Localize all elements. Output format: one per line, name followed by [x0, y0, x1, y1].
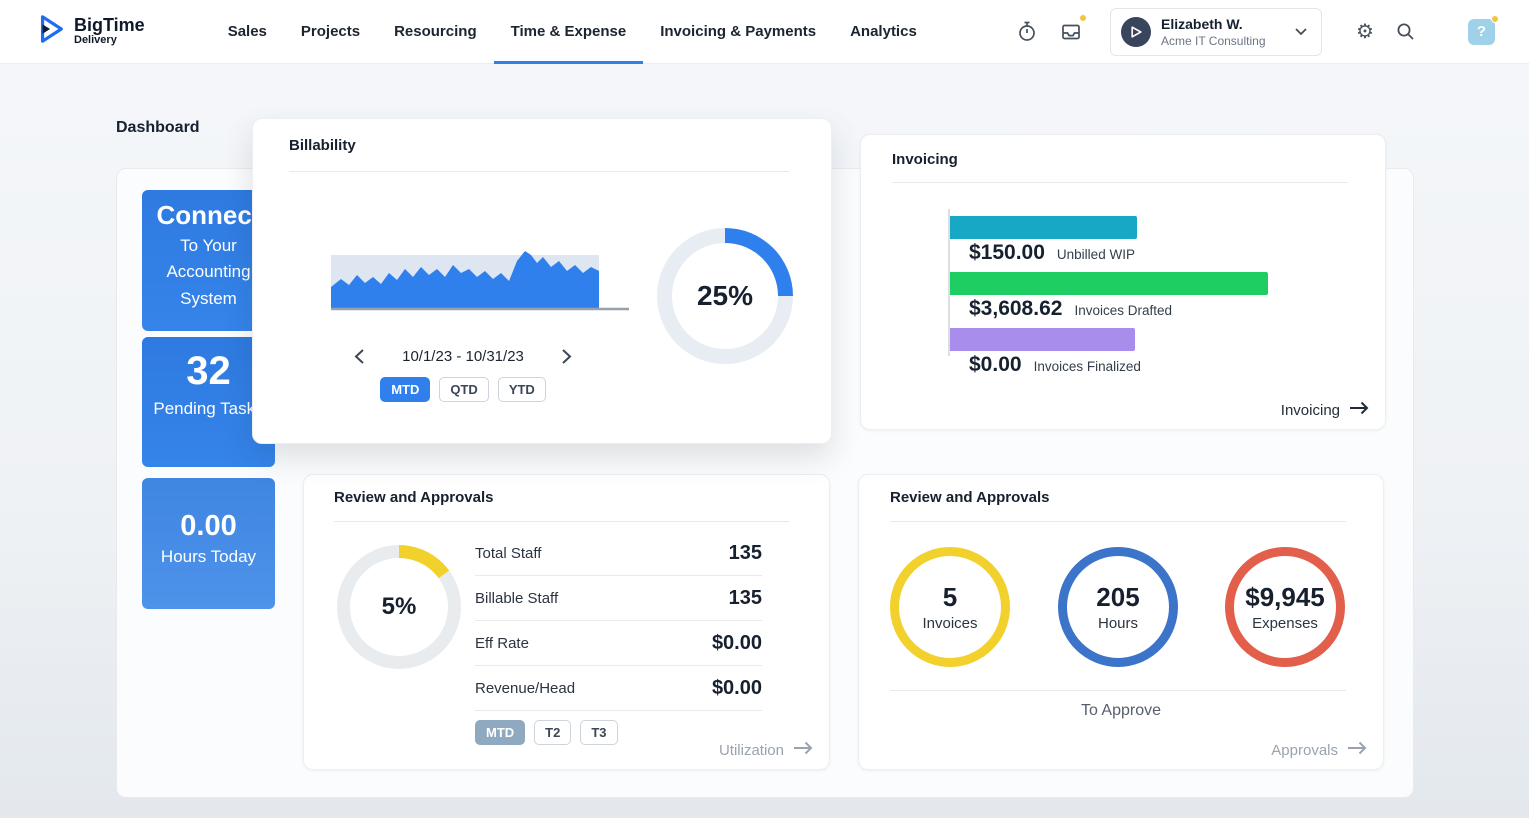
ring-value: $9,945 — [1245, 582, 1325, 613]
brand-sub: Delivery — [74, 34, 145, 47]
table-row: Eff Rate $0.00 — [475, 621, 762, 666]
row-label: Total Staff — [475, 545, 541, 562]
chip-t3[interactable]: T3 — [580, 720, 617, 745]
billability-card: Billability 10/1/23 - 10/31/23 MTD QTD Y… — [252, 118, 832, 444]
user-company: Acme IT Consulting — [1161, 34, 1266, 48]
row-value: $0.00 — [712, 632, 762, 655]
utilization-donut: 5% — [337, 545, 461, 669]
hours-ring: 205 Hours — [1058, 547, 1178, 667]
utilization-card: Review and Approvals 5% Total Staff 135 … — [303, 474, 830, 770]
tile-hours-today[interactable]: 0.00 Hours Today — [142, 478, 275, 609]
ring-label: Hours — [1098, 615, 1138, 632]
row-value: 135 — [729, 587, 762, 610]
period-chip-group: MTD QTD YTD — [313, 377, 613, 402]
bar-label: Invoices Finalized — [1034, 359, 1141, 374]
nav-sales[interactable]: Sales — [211, 0, 284, 64]
header-actions: Elizabeth W. Acme IT Consulting ⚙ — [1010, 8, 1529, 56]
ring-label: Invoices — [922, 615, 977, 632]
user-menu[interactable]: Elizabeth W. Acme IT Consulting — [1110, 8, 1322, 56]
card-title: Invoicing — [892, 151, 958, 168]
app-window: BigTime Delivery Sales Projects Resourci… — [0, 0, 1529, 818]
table-row: Total Staff 135 — [475, 531, 762, 576]
utilization-percent: 5% — [337, 545, 461, 669]
top-navigation-bar: BigTime Delivery Sales Projects Resourci… — [0, 0, 1529, 64]
chevron-down-icon — [1295, 23, 1307, 41]
card-title: Review and Approvals — [890, 489, 1050, 506]
utilization-table: Total Staff 135 Billable Staff 135 Eff R… — [475, 531, 762, 711]
arrow-right-icon — [1347, 741, 1367, 759]
utilization-link[interactable]: Utilization — [719, 741, 813, 759]
page-title: Dashboard — [116, 119, 200, 137]
inbox-icon[interactable] — [1054, 15, 1088, 49]
ring-label: Expenses — [1252, 615, 1318, 632]
expenses-ring: $9,945 Expenses — [1225, 547, 1345, 667]
chip-qtd[interactable]: QTD — [439, 377, 488, 402]
date-range-text: 10/1/23 - 10/31/23 — [402, 348, 524, 365]
row-label: Eff Rate — [475, 635, 529, 652]
row-label: Revenue/Head — [475, 680, 575, 697]
user-name: Elizabeth W. — [1161, 16, 1266, 32]
billability-donut: 25% — [657, 228, 793, 364]
chevron-right-icon[interactable] — [556, 345, 578, 367]
gear-icon[interactable]: ⚙ — [1348, 15, 1382, 49]
timer-icon[interactable] — [1010, 15, 1044, 49]
divider — [334, 521, 789, 522]
chip-t2[interactable]: T2 — [534, 720, 571, 745]
nav-projects[interactable]: Projects — [284, 0, 377, 64]
chip-mtd[interactable]: MTD — [380, 377, 430, 402]
user-avatar — [1121, 17, 1151, 47]
chevron-left-icon[interactable] — [348, 345, 370, 367]
row-value: 135 — [729, 542, 762, 565]
to-approve-caption: To Approve — [859, 702, 1383, 720]
divider — [890, 690, 1346, 691]
nav-invoicing-payments[interactable]: Invoicing & Payments — [643, 0, 833, 64]
bar-label: Invoices Drafted — [1074, 303, 1172, 318]
bar-amount: $0.00 — [969, 353, 1022, 377]
invoicing-link[interactable]: Invoicing — [1281, 401, 1369, 419]
help-chat-icon[interactable]: ? — [1468, 19, 1495, 45]
nav-resourcing[interactable]: Resourcing — [377, 0, 494, 64]
tile-sub: Hours Today — [147, 547, 270, 567]
divider — [890, 521, 1346, 522]
brand-logo[interactable]: BigTime Delivery — [36, 14, 145, 49]
date-range-nav: 10/1/23 - 10/31/23 — [348, 345, 578, 367]
ring-value: 5 — [943, 582, 957, 613]
brand-name: BigTime — [74, 16, 145, 34]
arrow-right-icon — [793, 741, 813, 759]
row-label: Billable Staff — [475, 590, 558, 607]
divider — [892, 182, 1348, 183]
nav-time-expense[interactable]: Time & Expense — [494, 0, 644, 64]
brand-logo-icon — [36, 14, 66, 49]
main-nav: Sales Projects Resourcing Time & Expense… — [211, 0, 934, 64]
bar-invoices-finalized — [950, 328, 1135, 351]
table-row: Revenue/Head $0.00 — [475, 666, 762, 711]
bar-invoices-drafted — [950, 272, 1268, 295]
chip-ytd[interactable]: YTD — [498, 377, 546, 402]
card-title: Review and Approvals — [334, 489, 494, 506]
approvals-card: Review and Approvals 5 Invoices 205 Hour… — [858, 474, 1384, 770]
search-icon[interactable] — [1388, 15, 1422, 49]
period-chip-group: MTD T2 T3 — [475, 720, 618, 745]
approvals-link[interactable]: Approvals — [1271, 741, 1367, 759]
invoices-ring: 5 Invoices — [890, 547, 1010, 667]
chip-mtd[interactable]: MTD — [475, 720, 525, 745]
inbox-notification-dot — [1079, 14, 1087, 22]
card-title: Billability — [289, 137, 356, 154]
bar-unbilled-wip — [950, 216, 1137, 239]
table-row: Billable Staff 135 — [475, 576, 762, 621]
ring-value: 205 — [1096, 582, 1139, 613]
billability-percent: 25% — [657, 228, 793, 364]
tile-headline: 0.00 — [147, 510, 270, 543]
row-value: $0.00 — [712, 677, 762, 700]
bar-label: Unbilled WIP — [1057, 247, 1135, 262]
divider — [289, 171, 789, 172]
bar-amount: $150.00 — [969, 241, 1045, 265]
nav-analytics[interactable]: Analytics — [833, 0, 934, 64]
arrow-right-icon — [1349, 401, 1369, 419]
help-notification-dot — [1491, 15, 1499, 23]
billability-area-chart — [331, 239, 631, 318]
invoicing-card: Invoicing $150.00 Unbilled WIP $3,608.62… — [860, 134, 1386, 430]
bar-amount: $3,608.62 — [969, 297, 1062, 321]
